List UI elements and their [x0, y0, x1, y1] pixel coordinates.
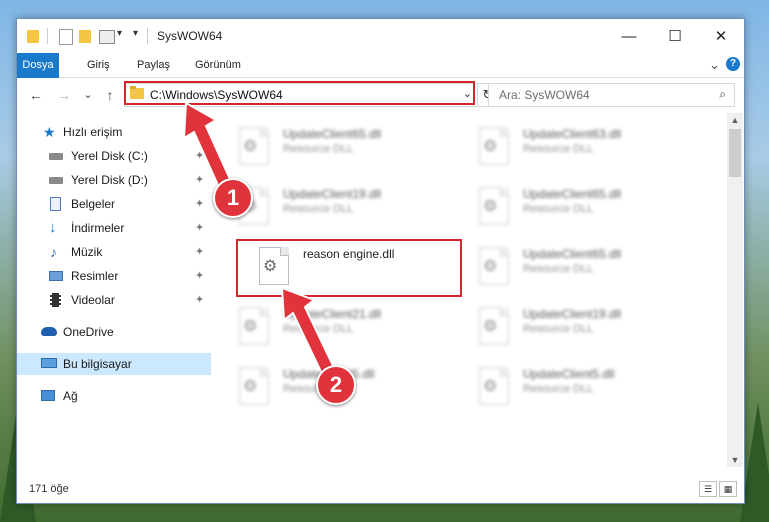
annotation-arrows	[182, 101, 338, 380]
step-badge-2: 2	[316, 365, 356, 405]
step-badge-1: 1	[213, 178, 253, 218]
arrow-2	[280, 286, 338, 380]
